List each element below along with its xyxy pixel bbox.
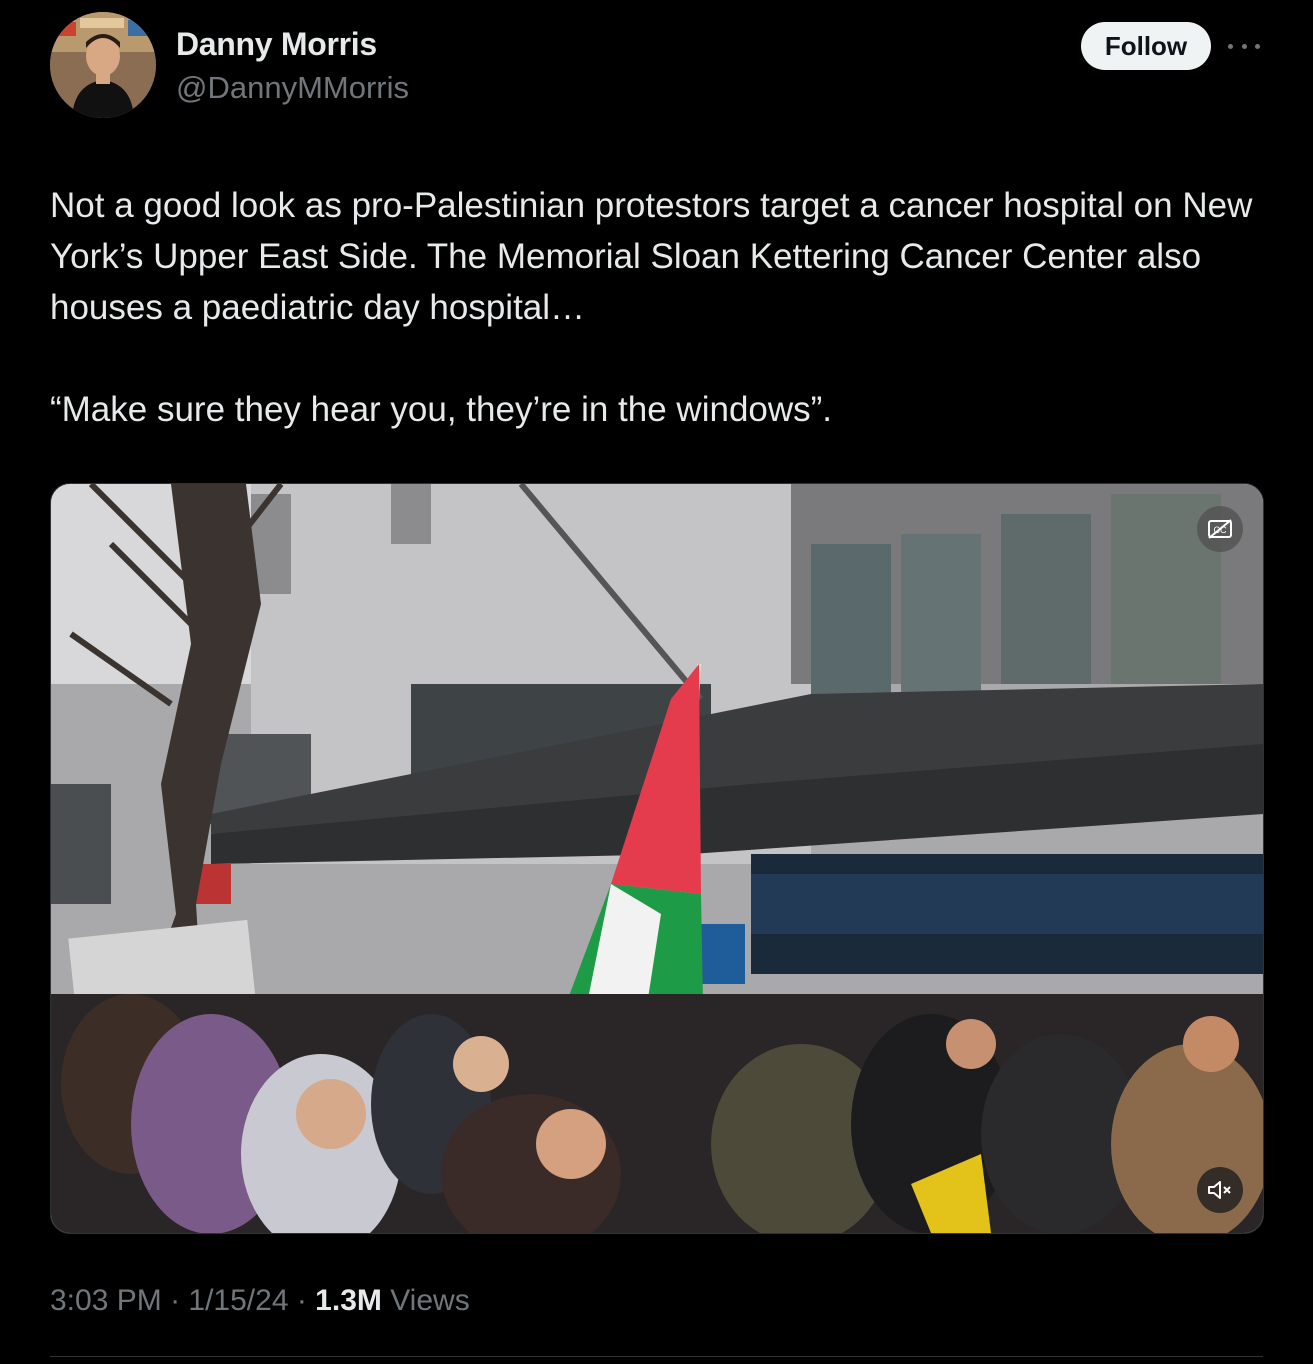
views-count: 1.3M [315, 1284, 382, 1317]
divider [50, 1356, 1263, 1357]
tweet-paragraph: “Make sure they hear you, they’re in the… [50, 390, 833, 429]
mute-button[interactable] [1197, 1167, 1243, 1213]
follow-button[interactable]: Follow [1081, 22, 1211, 70]
views-label: Views [390, 1284, 470, 1317]
tweet-paragraph: Not a good look as pro-Palestinian prote… [50, 186, 1253, 327]
tweet-metadata: 3:03 PM · 1/15/24 · 1.3M Views [50, 1284, 470, 1318]
tweet-video[interactable]: CC [50, 483, 1264, 1234]
separator: · [288, 1284, 316, 1317]
volume-muted-icon [1208, 1181, 1231, 1199]
more-horizontal-icon[interactable] [1228, 40, 1260, 52]
author-handle[interactable]: @DannyMMorris [176, 70, 409, 106]
closed-captions-button[interactable]: CC [1197, 506, 1243, 552]
separator: · [161, 1284, 189, 1317]
tweet-time[interactable]: 3:03 PM [50, 1284, 162, 1317]
video-frame [51, 484, 1263, 1233]
author-avatar[interactable] [50, 12, 156, 118]
tweet-date[interactable]: 1/15/24 [188, 1284, 288, 1317]
tweet-text: Not a good look as pro-Palestinian prote… [50, 180, 1260, 435]
author-name[interactable]: Danny Morris [176, 26, 377, 63]
closed-captions-off-icon: CC [1208, 519, 1232, 539]
